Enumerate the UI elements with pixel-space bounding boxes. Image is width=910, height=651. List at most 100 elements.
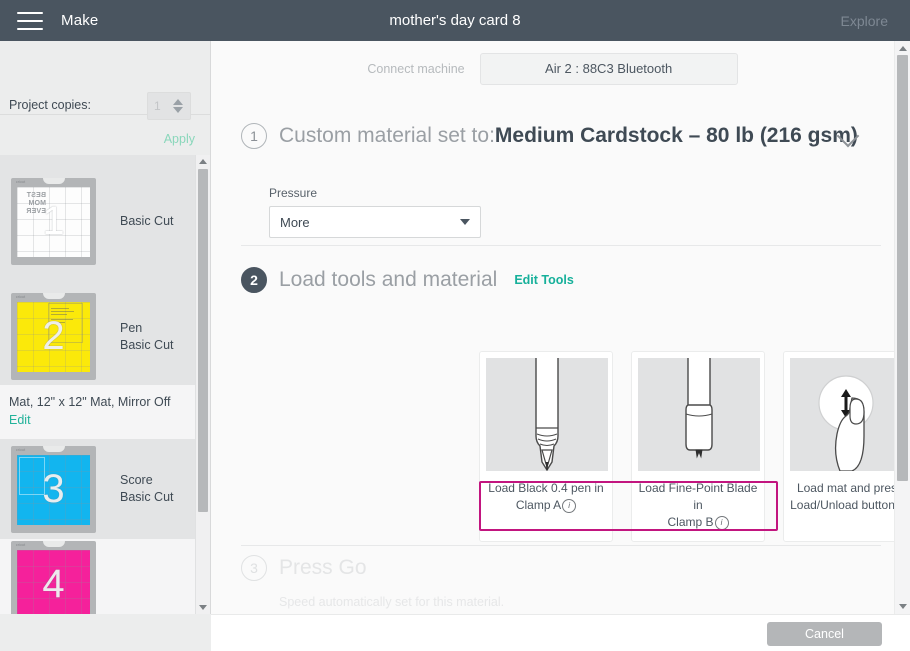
caption-line-2-text: Clamp A: [515, 498, 562, 512]
step-1-section: 1 Custom material set to:Medium Cardstoc…: [211, 123, 894, 149]
mat-list-item-3[interactable]: cricut 3 Score Basic Cut: [0, 439, 210, 539]
mat-number: 4: [42, 561, 65, 606]
step-3-section: 3 Press Go Speed automatically set for t…: [211, 555, 894, 609]
pressure-label: Pressure: [269, 186, 318, 200]
step-2-header: 2 Load tools and material Edit Tools: [241, 267, 894, 293]
mat-thumbnail-4: cricut 4: [11, 540, 96, 614]
mat-edit-button[interactable]: Edit: [9, 413, 210, 427]
stepper-arrows[interactable]: [170, 93, 190, 119]
caption-line-1: Load Black 0.4 pen in: [488, 481, 604, 495]
apply-button[interactable]: Apply: [164, 132, 195, 146]
scroll-down-icon[interactable]: [199, 605, 207, 610]
mat-sheet: 4: [17, 549, 90, 614]
hamburger-icon[interactable]: [17, 11, 43, 30]
caption-line-1: Load Fine-Point Blade in: [638, 481, 758, 512]
mat-title-1: Basic Cut: [120, 214, 174, 228]
mat-title-2: Pen: [120, 320, 143, 335]
divider-1: [241, 245, 881, 246]
mat-subtitle-2: Basic Cut: [120, 337, 174, 352]
scroll-up-icon[interactable]: [898, 46, 907, 51]
mat-thumbnail-2: cricut 2: [11, 293, 96, 380]
mat-label-group: Score Basic Cut: [120, 472, 174, 506]
tool-card-blade-caption: Load Fine-Point Blade in Clamp Bi: [638, 471, 758, 541]
mat-subtitle-3: Basic Cut: [120, 490, 174, 504]
top-app-bar: Make mother's day card 8 Explore: [0, 0, 910, 41]
caption-line-1: Load mat and press: [796, 481, 904, 495]
mat-thumbnail-1: cricut BEST MOM EVER 1: [11, 178, 96, 265]
caption-line-2: Load/Unload buttoni: [790, 497, 910, 514]
mat-sheet: 3: [17, 454, 90, 525]
project-copies-row: Project copies: 1: [0, 41, 210, 120]
step-2-title: Load tools and material: [279, 268, 498, 291]
pressure-select[interactable]: More: [269, 206, 481, 238]
project-copies-value[interactable]: 1: [148, 99, 170, 113]
step-3-number: 3: [241, 555, 267, 581]
pressure-value: More: [280, 214, 310, 230]
mat-tab: [42, 445, 65, 452]
cancel-button[interactable]: Cancel: [767, 622, 882, 646]
info-icon[interactable]: i: [562, 498, 577, 513]
machine-select-button[interactable]: Air 2 : 88C3 Bluetooth: [479, 52, 738, 85]
tool-card-blade[interactable]: Load Fine-Point Blade in Clamp Bi: [631, 351, 765, 542]
explore-link[interactable]: Explore: [841, 13, 888, 29]
mat-label-group: Basic Cut: [120, 213, 174, 230]
caption-line-2: Clamp Ai: [486, 497, 606, 514]
tool-card-pen-caption: Load Black 0.4 pen in Clamp Ai: [486, 471, 606, 524]
bottom-action-bar: Cancel: [211, 614, 910, 651]
mat-meta-line: Mat, 12" x 12" Mat, Mirror Off: [9, 395, 171, 409]
sidebar-scrollbar-thumb[interactable]: [198, 169, 208, 512]
caption-line-2: Clamp Bi: [638, 514, 758, 531]
make-screen: Make mother's day card 8 Explore Project…: [0, 0, 910, 651]
stepper-down-icon[interactable]: [173, 107, 183, 113]
connect-machine-row: Connect machine Air 2 : 88C3 Bluetooth: [211, 41, 894, 96]
mat-brand-label: cricut: [16, 180, 26, 184]
finger-press-button-icon: [790, 358, 910, 471]
tool-card-pen[interactable]: Load Black 0.4 pen in Clamp Ai: [479, 351, 613, 542]
make-label: Make: [61, 12, 99, 29]
scroll-up-icon[interactable]: [199, 159, 207, 164]
mat-meta: Mat, 12" x 12" Mat, Mirror Off Edit: [0, 385, 210, 439]
divider-2: [241, 545, 881, 546]
mat-thumbnail-3: cricut 3: [11, 445, 96, 533]
mat-list-item-2[interactable]: cricut 2 Pen Basic Cut: [0, 288, 210, 385]
mat-brand-label: cricut: [16, 295, 26, 299]
mat-title-3: Score: [120, 473, 153, 487]
info-icon[interactable]: i: [714, 515, 729, 530]
page-title: mother's day card 8: [389, 12, 521, 29]
step-3-note: Speed automatically set for this materia…: [279, 595, 505, 609]
fine-point-blade-icon: [638, 358, 760, 471]
mat-list-item-4[interactable]: cricut 4: [0, 539, 210, 614]
project-copies-stepper[interactable]: 1: [147, 92, 191, 120]
tool-card-load-mat[interactable]: Load mat and press Load/Unload buttoni: [783, 351, 910, 542]
edit-tools-button[interactable]: Edit Tools: [514, 273, 574, 287]
mat-number: 1: [42, 199, 65, 244]
stepper-up-icon[interactable]: [173, 99, 183, 105]
make-main-panel: Connect machine Air 2 : 88C3 Bluetooth 1…: [211, 41, 910, 614]
caption-line-2-text: Load/Unload button: [790, 498, 895, 512]
mat-sheet: BEST MOM EVER 1: [17, 187, 90, 257]
mat-label-group: Pen Basic Cut: [120, 320, 174, 354]
mat-number: 2: [42, 314, 65, 359]
pen-tip-icon: [486, 358, 608, 471]
connect-machine-label: Connect machine: [367, 61, 465, 76]
step-3-title: Press Go: [279, 556, 367, 579]
main-scrollbar-thumb[interactable]: [897, 55, 908, 481]
scroll-down-icon[interactable]: [898, 604, 907, 609]
step-1-header[interactable]: 1 Custom material set to:Medium Cardstoc…: [241, 123, 894, 149]
caption-line-2-text: Clamp B: [667, 515, 714, 529]
mat-brand-label: cricut: [16, 542, 26, 547]
mat-list: cricut BEST MOM EVER 1 Basic Cut cricut: [0, 155, 210, 614]
mat-list-item-1[interactable]: cricut BEST MOM EVER 1 Basic Cut: [0, 155, 210, 288]
step-1-material: Medium Cardstock – 80 lb (216 gsm): [494, 124, 858, 147]
pressure-field: Pressure More: [211, 186, 894, 238]
project-copies-label: Project copies:: [9, 98, 91, 112]
chevron-down-icon[interactable]: [460, 219, 470, 225]
step-2-section: 2 Load tools and material Edit Tools: [211, 267, 894, 293]
mat-sidebar: Project copies: 1 Apply cricut BEST MOM …: [0, 41, 211, 614]
main-scrollbar[interactable]: [894, 41, 910, 614]
step-1-prefix: Custom material set to:: [279, 124, 495, 147]
step-3-header: 3 Press Go: [241, 555, 894, 581]
sidebar-footer: [0, 614, 211, 651]
step-1-title: Custom material set to:Medium Cardstock …: [279, 124, 858, 148]
sidebar-scrollbar[interactable]: [195, 155, 210, 614]
